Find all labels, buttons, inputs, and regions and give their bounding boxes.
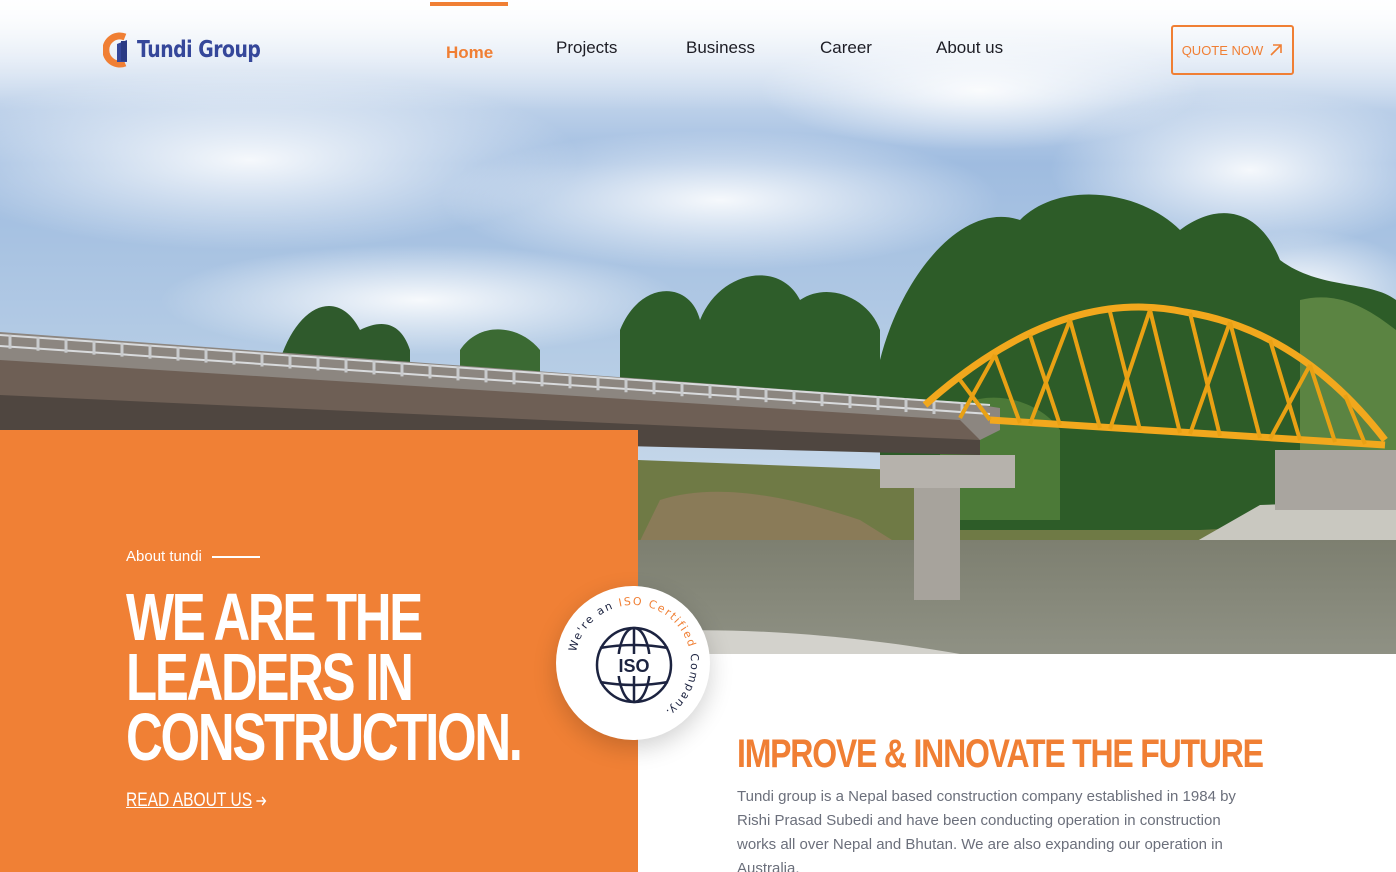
nav-projects[interactable]: Projects — [556, 38, 617, 58]
iso-certified-badge: We're an ISO Certified Company. ISO — [556, 586, 710, 740]
iso-ring-suffix: Company. — [663, 647, 701, 720]
nav-home[interactable]: Home — [446, 43, 493, 63]
headline-line: WE ARE THE — [126, 580, 423, 655]
iso-ring-prefix: We're an — [566, 597, 620, 653]
quote-now-label: QUOTE NOW — [1181, 42, 1264, 58]
hero-headline: WE ARE THE LEADERS IN CONSTRUCTION. — [126, 580, 523, 775]
read-about-us-label: READ ABOUT US — [126, 790, 253, 811]
iso-ring-highlight: ISO Certified — [617, 595, 698, 650]
eyebrow-label: About tundi — [126, 548, 202, 565]
about-description: Tundi group is a Nepal based constructio… — [737, 788, 1236, 872]
read-about-us-link[interactable]: READ ABOUT US — [126, 790, 268, 812]
iso-label: ISO — [618, 656, 649, 676]
nav-business[interactable]: Business — [686, 38, 755, 58]
nav-about-us[interactable]: About us — [936, 38, 1003, 58]
arrow-right-icon — [256, 796, 267, 806]
section-eyebrow: About tundi — [126, 548, 260, 565]
about-intro-panel: About tundi WE ARE THE LEADERS IN CONSTR… — [0, 430, 638, 872]
arrow-up-right-icon — [1270, 44, 1283, 56]
eyebrow-divider — [211, 555, 260, 558]
active-nav-indicator — [430, 2, 508, 6]
quote-now-button[interactable]: QUOTE NOW — [1171, 25, 1294, 75]
nav-career[interactable]: Career — [820, 38, 872, 58]
about-title: IMPROVE & INNOVATE THE FUTURE — [737, 732, 1264, 776]
headline-line: LEADERS IN — [126, 640, 414, 715]
headline-line: CONSTRUCTION. — [126, 700, 523, 775]
